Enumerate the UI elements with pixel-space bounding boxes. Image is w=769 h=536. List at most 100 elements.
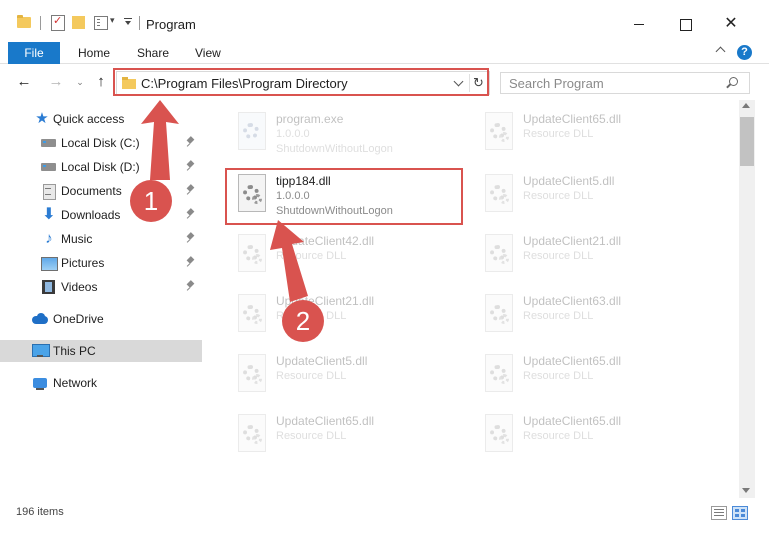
dll-file-icon	[234, 234, 270, 276]
refresh-button[interactable]: ↻	[469, 74, 487, 92]
sidebar-item-label: Videos	[61, 280, 98, 294]
file-name: UpdateClient65.dll	[523, 112, 622, 126]
forward-button[interactable]: →	[46, 72, 66, 92]
file-name: UpdateClient21.dll	[523, 234, 622, 248]
file-item[interactable]: program.exe 1.0.0.0 ShutdownWithoutLogon	[228, 106, 468, 158]
folder-icon[interactable]	[17, 14, 33, 30]
pin-icon[interactable]	[186, 160, 196, 172]
address-dropdown-icon[interactable]	[452, 75, 466, 91]
details-view-icon[interactable]	[711, 506, 727, 520]
view-options-icon[interactable]	[94, 14, 110, 30]
file-highlight	[225, 168, 463, 225]
back-button[interactable]: ←	[14, 72, 34, 92]
up-button[interactable]: ↑	[91, 72, 111, 92]
pin-icon[interactable]	[186, 256, 196, 268]
vertical-scrollbar[interactable]	[739, 100, 755, 498]
sidebar-item-label: This PC	[53, 344, 96, 358]
pin-icon[interactable]	[186, 280, 196, 292]
file-name: UpdateClient5.dll	[523, 174, 615, 188]
exe-file-icon	[234, 112, 270, 154]
navigation-pane: ★ Quick access Local Disk (C:) Local Dis…	[0, 100, 202, 498]
pin-icon[interactable]	[186, 232, 196, 244]
sidebar-item-local-disk-c[interactable]: Local Disk (C:)	[0, 132, 202, 154]
sidebar-item-local-disk-d[interactable]: Local Disk (D:)	[0, 156, 202, 178]
pin-icon[interactable]	[186, 184, 196, 196]
search-icon[interactable]	[725, 76, 739, 90]
sidebar-item-label: OneDrive	[53, 312, 104, 326]
scroll-thumb[interactable]	[740, 117, 754, 166]
customize-toolbar-icon[interactable]	[124, 18, 132, 26]
file-type: Resource DLL	[276, 430, 347, 442]
tab-view[interactable]: View	[195, 42, 221, 64]
minimize-button[interactable]	[616, 10, 662, 38]
file-item[interactable]: UpdateClient5.dll Resource DLL	[228, 348, 468, 400]
pin-icon[interactable]	[186, 208, 196, 220]
file-item[interactable]: UpdateClient21.dll Resource DLL	[228, 288, 468, 340]
dll-file-icon	[481, 174, 517, 216]
file-type: Resource DLL	[523, 190, 594, 202]
file-item[interactable]: UpdateClient65.dll Resource DLL	[228, 408, 468, 460]
step-1-badge: 1	[130, 180, 172, 222]
search-input[interactable]: Search Program	[500, 72, 750, 94]
help-icon[interactable]: ?	[737, 45, 752, 60]
sidebar-item-label: Local Disk (C:)	[61, 136, 140, 150]
sidebar-item-this-pc[interactable]: This PC	[0, 340, 202, 362]
file-version: 1.0.0.0	[276, 128, 310, 140]
properties-icon[interactable]	[50, 14, 66, 31]
close-button[interactable]: ✕	[708, 10, 754, 38]
recent-locations-button[interactable]: ⌄	[70, 72, 90, 92]
pictures-icon	[41, 256, 58, 271]
navigation-bar: ← → ⌄ ↑ C:\Program Files\Program Directo…	[0, 64, 769, 100]
file-type: Resource DLL	[523, 430, 594, 442]
tab-file[interactable]: File	[8, 42, 60, 64]
status-bar: 196 items	[0, 498, 769, 536]
sidebar-item-label: Pictures	[61, 256, 105, 270]
file-item[interactable]: UpdateClient21.dll Resource DLL	[475, 228, 715, 280]
sidebar-item-label: Music	[61, 232, 93, 246]
sidebar-item-music[interactable]: ♪ Music	[0, 228, 202, 250]
file-item[interactable]: UpdateClient42.dll Resource DLL	[228, 228, 468, 280]
chevron-down-icon[interactable]: ▾	[110, 15, 115, 26]
sidebar-item-label: Downloads	[61, 208, 121, 222]
sidebar-item-quick-access[interactable]: ★ Quick access	[0, 108, 202, 130]
file-item[interactable]: UpdateClient65.dll Resource DLL	[475, 408, 715, 460]
download-icon: ⬇	[42, 206, 56, 223]
search-placeholder: Search Program	[509, 76, 604, 91]
tab-share[interactable]: Share	[137, 42, 169, 64]
step-2-badge: 2	[282, 300, 324, 342]
file-item[interactable]: UpdateClient65.dll Resource DLL	[475, 106, 715, 158]
sidebar-item-onedrive[interactable]: OneDrive	[0, 308, 202, 330]
large-icons-view-icon[interactable]	[732, 506, 748, 520]
file-type: Resource DLL	[276, 250, 347, 262]
maximize-button[interactable]	[662, 10, 708, 38]
separator	[139, 16, 140, 30]
tab-home[interactable]: Home	[78, 42, 110, 64]
sidebar-item-videos[interactable]: Videos	[0, 276, 202, 298]
new-folder-icon[interactable]	[72, 14, 88, 30]
sidebar-item-label: Local Disk (D:)	[61, 160, 140, 174]
pin-icon[interactable]	[186, 136, 196, 148]
address-bar[interactable]: C:\Program Files\Program Directory ↻	[116, 71, 490, 95]
window-title: Program	[146, 17, 196, 32]
dll-file-icon	[481, 234, 517, 276]
sidebar-item-label: Documents	[61, 184, 122, 198]
scroll-up-icon[interactable]	[742, 103, 750, 108]
file-item[interactable]: UpdateClient65.dll Resource DLL	[475, 348, 715, 400]
file-item[interactable]: UpdateClient63.dll Resource DLL	[475, 288, 715, 340]
star-icon: ★	[35, 110, 49, 127]
dll-file-icon	[481, 294, 517, 336]
file-name: UpdateClient65.dll	[523, 414, 622, 428]
network-icon	[32, 376, 48, 390]
sidebar-item-network[interactable]: Network	[0, 372, 202, 394]
file-item[interactable]: UpdateClient5.dll Resource DLL	[475, 168, 715, 220]
sidebar-item-pictures[interactable]: Pictures	[0, 252, 202, 274]
dll-file-icon	[234, 414, 270, 456]
dll-file-icon	[481, 414, 517, 456]
scroll-down-icon[interactable]	[742, 488, 750, 493]
file-type: Resource DLL	[523, 128, 594, 140]
address-path[interactable]: C:\Program Files\Program Directory	[141, 76, 348, 91]
music-icon: ♪	[45, 230, 53, 247]
sidebar-item-downloads[interactable]: ⬇ Downloads	[0, 204, 202, 226]
dll-file-icon	[234, 354, 270, 396]
expand-ribbon-icon[interactable]	[714, 45, 728, 59]
